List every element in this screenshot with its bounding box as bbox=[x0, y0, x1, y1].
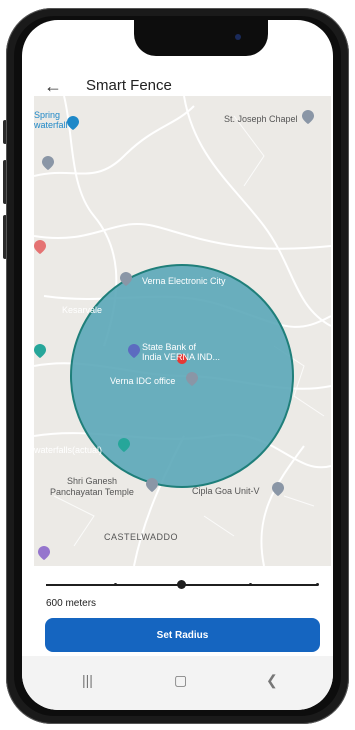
page-title: Smart Fence bbox=[86, 77, 172, 94]
cipla-pin-icon[interactable] bbox=[272, 482, 284, 496]
map-label-kesarval: Kesarvale bbox=[62, 305, 103, 315]
place-pin-icon[interactable] bbox=[42, 156, 54, 170]
slider-tick bbox=[114, 583, 117, 586]
map-label-sbi: State Bank of India VERNA IND... bbox=[142, 342, 221, 362]
map-view[interactable]: Spring waterfall St. Joseph Chapel Verna… bbox=[34, 96, 331, 566]
geofence-circle[interactable] bbox=[70, 264, 294, 488]
office-pin-icon[interactable] bbox=[186, 372, 198, 386]
recents-icon[interactable]: ||| bbox=[82, 672, 93, 688]
temple-pin-icon[interactable] bbox=[146, 478, 158, 492]
map-label-shri-ganesh: Shri Ganesh Panchayatan Temple bbox=[50, 476, 134, 497]
map-label-verna-electronic: Verna Electronic City bbox=[142, 276, 226, 286]
waterfall-pin-icon[interactable] bbox=[67, 116, 79, 130]
arrow-left-icon[interactable]: ← bbox=[44, 76, 62, 96]
system-nav-bar: ||| ▢ ❮ bbox=[22, 656, 333, 710]
screen: ← Smart Fence Spring waterfall St. Josep… bbox=[22, 20, 333, 710]
front-camera bbox=[235, 34, 241, 40]
waterfalls-pin-icon[interactable] bbox=[118, 438, 130, 452]
verna-electronic-pin-icon[interactable] bbox=[120, 272, 132, 286]
slider-tick bbox=[316, 583, 319, 586]
radius-value: 600 meters bbox=[46, 598, 97, 609]
map-label-spring-waterfall: Spring waterfall bbox=[34, 110, 68, 130]
set-radius-button[interactable]: Set Radius bbox=[45, 618, 320, 652]
map-label-verna-idc: Verna IDC office bbox=[110, 376, 176, 386]
left-edge-pin-icon[interactable] bbox=[34, 344, 46, 358]
slider-thumb[interactable] bbox=[177, 580, 186, 589]
home-icon[interactable]: ▢ bbox=[174, 672, 187, 689]
map-label-cipla: Cipla Goa Unit-V bbox=[192, 486, 260, 496]
map-label-waterfalls-actual: waterfalls(actual) bbox=[34, 445, 103, 455]
notch bbox=[134, 20, 268, 56]
bank-pin-icon[interactable] bbox=[128, 344, 140, 358]
back-chevron-icon[interactable]: ❮ bbox=[266, 672, 278, 689]
map-label-castelwaddo: CASTELWADDO bbox=[104, 532, 179, 542]
map-label-st-joseph: St. Joseph Chapel bbox=[224, 114, 298, 124]
slider-tick bbox=[249, 583, 252, 586]
purple-pin-icon[interactable] bbox=[38, 546, 50, 560]
chapel-pin-icon[interactable] bbox=[302, 110, 314, 124]
red-place-pin-icon[interactable] bbox=[34, 240, 46, 254]
